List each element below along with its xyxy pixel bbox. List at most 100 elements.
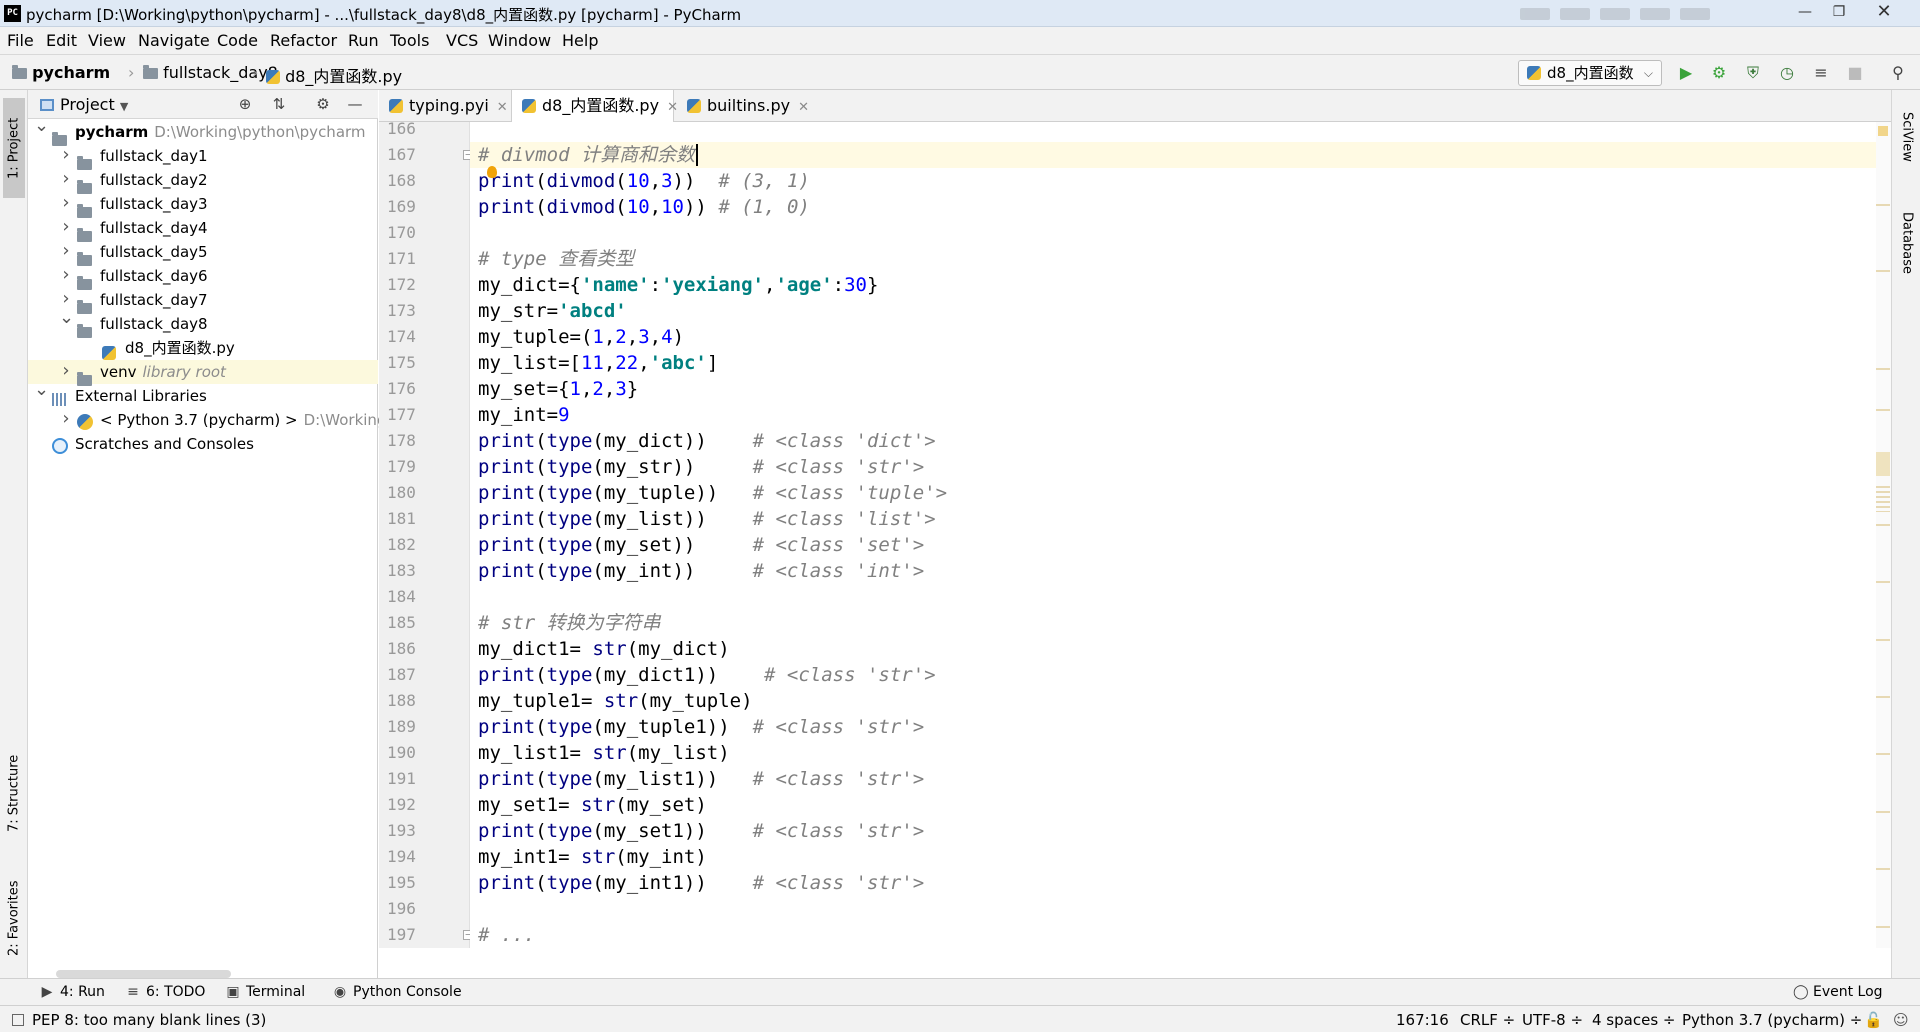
stripe-mark[interactable] xyxy=(1876,452,1890,476)
code-line: my_tuple1= str(my_tuple) xyxy=(478,688,753,714)
locate-file-icon[interactable]: ⊕ xyxy=(236,95,254,113)
tree-row[interactable]: › fullstack_day5 xyxy=(28,239,378,266)
maximize-icon[interactable]: ❐ xyxy=(1824,1,1854,23)
tree-row[interactable]: › fullstack_day4 xyxy=(28,215,378,242)
run-configuration-select[interactable]: d8_内置函数 ⌵ xyxy=(1518,60,1662,86)
tool-tab-database[interactable]: Database xyxy=(1896,198,1918,288)
tree-row[interactable]: ⌄ fullstack_day8 xyxy=(28,307,378,338)
chevron-right-icon[interactable]: › xyxy=(59,143,73,167)
tool-tab-todo[interactable]: ≡ 6: TODO xyxy=(126,984,205,1000)
stripe-mark[interactable] xyxy=(1876,581,1890,584)
tab-builtins-py[interactable]: builtins.py ✕ xyxy=(677,90,809,122)
menu-edit[interactable]: Edit xyxy=(46,31,77,50)
stripe-mark[interactable] xyxy=(1876,868,1890,871)
close-icon[interactable]: ✕ xyxy=(1862,1,1906,23)
chevron-right-icon[interactable]: › xyxy=(59,215,73,239)
stripe-mark[interactable] xyxy=(1876,409,1890,411)
stripe-mark[interactable] xyxy=(1876,753,1890,756)
inspection-status-icon[interactable] xyxy=(1878,126,1888,136)
tree-row[interactable]: ⌄ pycharm D:\Working\python\pycharm xyxy=(28,115,378,146)
python-interpreter[interactable]: Python 3.7 (pycharm) ÷ xyxy=(1682,1011,1862,1029)
menu-file[interactable]: File xyxy=(7,31,34,50)
chevron-right-icon[interactable]: › xyxy=(59,167,73,191)
lightbulb-icon[interactable] xyxy=(487,166,497,178)
tree-row[interactable]: › fullstack_day6 xyxy=(28,263,378,290)
tree-row[interactable]: › fullstack_day1 xyxy=(28,143,378,170)
chevron-down-icon[interactable]: ⌄ xyxy=(34,378,49,402)
run-icon[interactable]: ▶ xyxy=(1676,63,1696,83)
tool-tab-python-console[interactable]: ◉ Python Console xyxy=(333,984,462,1000)
menu-view[interactable]: View xyxy=(88,31,126,50)
menu-tools[interactable]: Tools xyxy=(390,31,429,50)
indent-setting[interactable]: 4 spaces ÷ xyxy=(1592,1011,1675,1029)
caret-position[interactable]: 167:16 xyxy=(1396,1011,1449,1029)
code-editor[interactable]: # divmod 计算商和余数 print(divmod(10,3)) # (3,… xyxy=(470,122,1876,948)
line-number-gutter[interactable]: 166 167−168 169 170 171 172 173 174 175 176 177 178… xyxy=(379,119,473,948)
editor-error-stripe[interactable] xyxy=(1876,122,1891,948)
chevron-right-icon[interactable]: › xyxy=(59,191,73,215)
tool-tab-terminal[interactable]: ▣ Terminal xyxy=(226,984,305,1000)
profile-icon[interactable]: ◷ xyxy=(1777,63,1797,83)
line-separator[interactable]: CRLF ÷ xyxy=(1460,1011,1515,1029)
tree-row[interactable]: › < Python 3.7 (pycharm) > D:\Working xyxy=(28,407,386,432)
breadcrumb-file[interactable]: d8_内置函数.py xyxy=(266,63,402,87)
close-tab-icon[interactable]: ✕ xyxy=(497,100,508,115)
tree-row[interactable]: ⌄ External Libraries xyxy=(28,379,378,408)
file-encoding[interactable]: UTF-8 ÷ xyxy=(1522,1011,1583,1029)
stripe-mark[interactable] xyxy=(1876,486,1890,512)
tool-tab-sciview[interactable]: SciView xyxy=(1896,102,1918,172)
breadcrumb-project[interactable]: pycharm xyxy=(12,63,110,82)
chevron-right-icon[interactable]: › xyxy=(59,407,73,431)
tool-tab-structure[interactable]: 7: Structure xyxy=(3,738,25,848)
run-with-coverage-icon[interactable]: ⛨ xyxy=(1743,63,1763,83)
stripe-mark[interactable] xyxy=(1876,810,1890,813)
debug-icon[interactable]: ⚙ xyxy=(1709,63,1729,83)
minimize-icon[interactable]: — xyxy=(1790,1,1820,23)
menu-vcs[interactable]: VCS xyxy=(446,31,478,50)
menu-navigate[interactable]: Navigate xyxy=(138,31,210,50)
search-everywhere-icon[interactable]: ⚲ xyxy=(1888,63,1908,83)
tool-tab-event-log[interactable]: ◯ Event Log xyxy=(1793,984,1883,1000)
chevron-down-icon[interactable]: ⌄ xyxy=(34,114,49,138)
close-tab-icon[interactable]: ✕ xyxy=(798,100,809,115)
horizontal-scrollbar[interactable] xyxy=(56,970,231,978)
chevron-right-icon[interactable]: › xyxy=(59,359,73,383)
tree-row[interactable]: › fullstack_day7 xyxy=(28,288,378,314)
chevron-down-icon[interactable]: ⌄ xyxy=(59,306,74,330)
tool-tab-favorites[interactable]: 2: Favorites xyxy=(3,868,25,968)
stripe-mark[interactable] xyxy=(1876,204,1890,206)
tree-row[interactable]: › fullstack_day2 xyxy=(28,167,378,194)
stripe-mark[interactable] xyxy=(1876,696,1890,698)
stripe-mark[interactable] xyxy=(1876,368,1890,370)
stripe-mark[interactable] xyxy=(1876,523,1890,526)
chevron-right-icon[interactable]: › xyxy=(59,263,73,287)
tool-tab-run[interactable]: ▶ 4: Run xyxy=(40,984,105,1000)
inspector-icon[interactable]: ☺ xyxy=(1893,1011,1909,1029)
status-message[interactable]: PEP 8: too many blank lines (3) xyxy=(12,1011,266,1029)
collapse-all-icon[interactable]: ⇅ xyxy=(270,95,288,113)
menu-refactor[interactable]: Refactor xyxy=(270,31,337,50)
tool-tab-project[interactable]: 1: Project xyxy=(3,98,25,198)
tree-row[interactable]: › venv library root xyxy=(28,359,378,386)
chevron-right-icon[interactable]: › xyxy=(59,239,73,263)
lock-icon[interactable]: 🔓 xyxy=(1864,1011,1883,1029)
stop-icon[interactable]: ■ xyxy=(1845,63,1865,83)
menu-window[interactable]: Window xyxy=(488,31,551,50)
tab-d8-builtins[interactable]: d8_内置函数.py ✕ xyxy=(511,90,678,123)
code-token: print xyxy=(478,560,536,582)
stripe-mark[interactable] xyxy=(1876,638,1890,641)
menu-run[interactable]: Run xyxy=(348,31,379,50)
concurrency-diagram-icon[interactable]: ≡ xyxy=(1811,63,1831,83)
stripe-mark[interactable] xyxy=(1876,925,1890,928)
project-view-selector[interactable]: Project ▼ xyxy=(40,95,128,114)
gear-icon[interactable]: ⚙ xyxy=(314,95,332,113)
code-token: ( xyxy=(535,560,547,582)
stripe-mark[interactable] xyxy=(1876,269,1890,272)
menu-code[interactable]: Code xyxy=(217,31,258,50)
tree-row[interactable]: › fullstack_day3 xyxy=(28,191,378,218)
tree-row[interactable]: Scratches and Consoles xyxy=(28,432,378,456)
line-number: 182 xyxy=(387,535,416,554)
menu-help[interactable]: Help xyxy=(562,31,598,50)
tree-row[interactable]: d8_内置函数.py xyxy=(28,336,378,360)
hide-panel-icon[interactable]: — xyxy=(346,95,364,113)
